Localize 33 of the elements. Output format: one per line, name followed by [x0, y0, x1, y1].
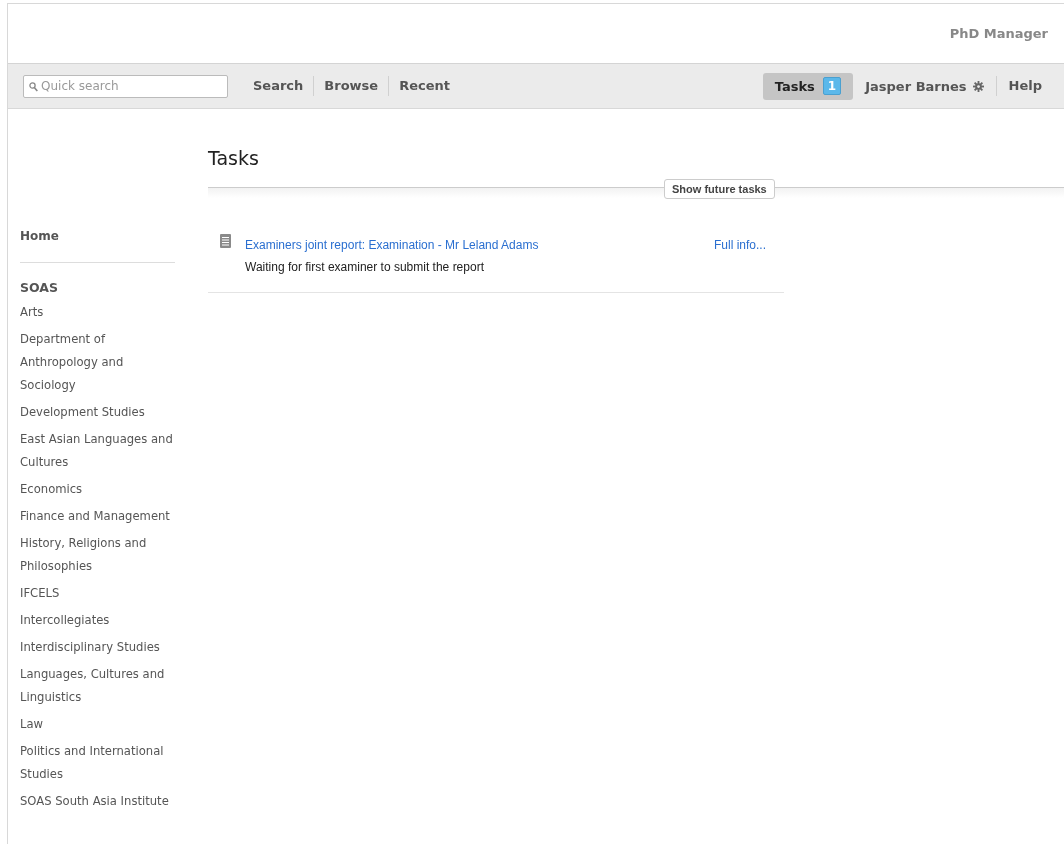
nav-link[interactable]: Recent: [388, 76, 460, 96]
sidebar-item[interactable]: Department of Anthropology and Sociology: [20, 328, 182, 397]
full-info-link[interactable]: Full info...: [713, 238, 766, 252]
sidebar-item[interactable]: Arts: [20, 301, 182, 324]
sidebar-item[interactable]: Interdisciplinary Studies: [20, 636, 182, 659]
task-link[interactable]: Examiners joint report: Examination - Mr Leland Adams: [245, 238, 539, 252]
app-name: PhD Manager: [949, 26, 1048, 41]
task-count-badge: 1: [822, 77, 842, 95]
nav-link[interactable]: Browse: [313, 76, 389, 96]
tasks-tab[interactable]: Tasks 1: [762, 72, 854, 100]
task-status: Waiting for first examiner to submit the report: [245, 260, 485, 274]
home-link[interactable]: Home: [20, 229, 176, 243]
sidebar-item[interactable]: Economics: [20, 478, 182, 501]
sidebar-item[interactable]: East Asian Languages and Cultures: [20, 428, 182, 474]
search-field[interactable]: Quick search: [23, 74, 228, 98]
sidebar-item[interactable]: Languages, Cultures and Linguistics: [20, 663, 182, 709]
nav-link[interactable]: Search: [243, 76, 314, 96]
gear-icon: [972, 80, 984, 92]
show-future-tasks-button[interactable]: Show future tasks: [664, 179, 775, 199]
user-menu[interactable]: Jasper Barnes: [853, 78, 996, 94]
sidebar-item[interactable]: Law: [20, 713, 182, 736]
search-icon: [29, 81, 38, 92]
sidebar-item[interactable]: IFCELS: [20, 582, 182, 605]
sidebar-item[interactable]: History, Religions and Philosophies: [20, 532, 182, 578]
sidebar-item[interactable]: SOAS South Asia Institute: [20, 790, 182, 813]
document-icon: [220, 234, 231, 248]
sidebar-item[interactable]: Development Studies: [20, 401, 182, 424]
help-link[interactable]: Help: [995, 76, 1064, 96]
sidebar-item[interactable]: Finance and Management: [20, 505, 182, 528]
page-title: Tasks: [208, 147, 260, 169]
sidebar-item[interactable]: Politics and International Studies: [20, 740, 182, 786]
section-heading: SOAS: [20, 280, 59, 295]
sidebar-item[interactable]: Intercollegiates: [20, 609, 182, 632]
